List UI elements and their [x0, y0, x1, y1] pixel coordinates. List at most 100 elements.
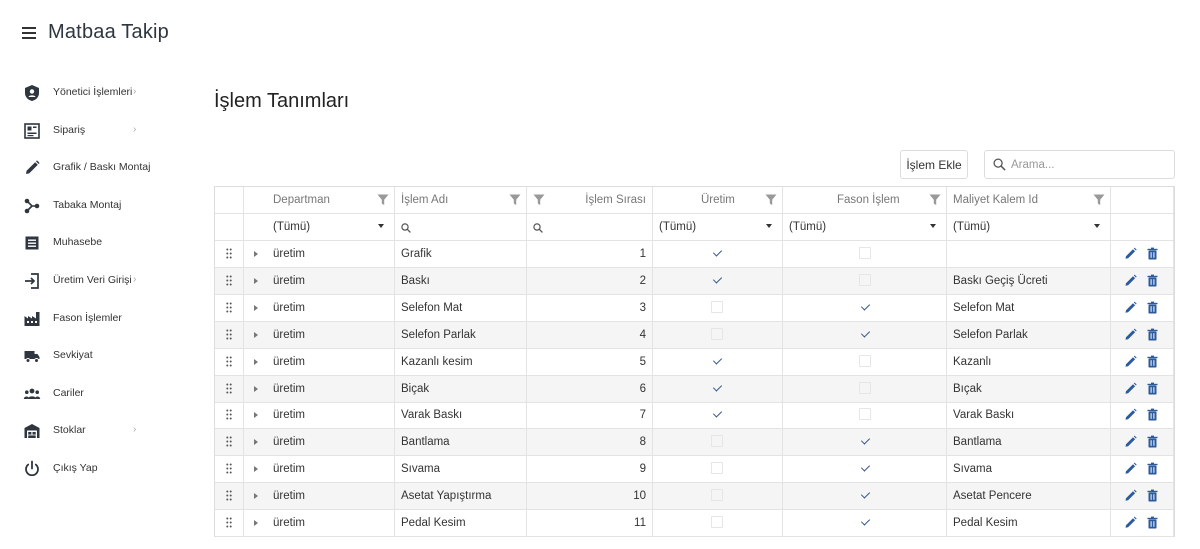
expand-row-icon[interactable] [254, 385, 258, 392]
edit-icon[interactable] [1124, 462, 1137, 475]
edit-icon[interactable] [1124, 408, 1137, 421]
trash-icon[interactable] [1146, 408, 1159, 421]
edit-icon[interactable] [1124, 247, 1137, 260]
sidebar-item-5[interactable]: Üretim Veri Girişi › [0, 263, 180, 299]
trash-icon[interactable] [1146, 328, 1159, 341]
outsource-checkbox [859, 408, 871, 421]
filter-icon[interactable] [929, 194, 941, 206]
cell-actions [1111, 402, 1174, 429]
drag-handle-icon[interactable] [226, 463, 232, 474]
drag-handle-icon[interactable] [226, 409, 232, 420]
sidebar-item-8[interactable]: Cariler [0, 376, 180, 412]
expand-row-icon[interactable] [254, 412, 258, 419]
filter-select-uretim[interactable]: (Tümü) [653, 214, 783, 240]
cell-actions [1111, 348, 1174, 375]
sidebar-item-7[interactable]: Sevkiyat [0, 338, 180, 374]
column-header-islem_adi[interactable]: İşlem Adı [401, 194, 448, 206]
sidebar-item-6[interactable]: Fason İşlemler [0, 301, 180, 337]
expand-row-icon[interactable] [254, 493, 258, 500]
operation-order: 6 [639, 382, 646, 395]
drag-handle-icon[interactable] [226, 490, 232, 501]
column-header-islem_sirasi[interactable]: İşlem Sırası [585, 194, 646, 206]
edit-icon[interactable] [1124, 382, 1137, 395]
table-row[interactable]: üretim Sıvama 9 Sıvama [215, 456, 1174, 484]
table-row[interactable]: üretim Biçak 6 Bıçak [215, 375, 1174, 403]
trash-icon[interactable] [1146, 462, 1159, 475]
production-checkbox [711, 382, 723, 394]
table-row[interactable]: üretim Varak Baskı 7 Varak Baskı [215, 402, 1174, 430]
drag-handle-icon[interactable] [226, 329, 232, 340]
edit-icon[interactable] [1124, 274, 1137, 287]
table-row[interactable]: üretim Asetat Yapıştırma 10 Asetat Pencere [215, 483, 1174, 511]
table-row[interactable]: üretim Baskı 2 Baskı Geçiş Ücreti [215, 267, 1174, 295]
sidebar-item-1[interactable]: Sipariş › [0, 113, 180, 149]
trash-icon[interactable] [1146, 301, 1159, 314]
drag-handle-icon[interactable] [226, 383, 232, 394]
cost-item: Sıvama [953, 463, 992, 476]
table-row[interactable]: üretim Selefon Mat 3 Selefon Mat [215, 294, 1174, 322]
filter-icon[interactable] [765, 194, 777, 206]
trash-icon[interactable] [1146, 382, 1159, 395]
edit-icon[interactable] [1124, 301, 1137, 314]
trash-icon[interactable] [1146, 247, 1159, 260]
filter-value: (Tümü) [273, 221, 311, 233]
column-header-departman[interactable]: Departman [273, 194, 330, 206]
filter-select-maliyet[interactable]: (Tümü) [947, 214, 1111, 240]
table-row[interactable]: üretim Pedal Kesim 11 Pedal Kesim [215, 510, 1174, 537]
drag-handle-icon[interactable] [226, 302, 232, 313]
drag-handle-icon[interactable] [226, 517, 232, 528]
add-operation-button[interactable]: İşlem Ekle [900, 150, 968, 179]
table-row[interactable]: üretim Bantlama 8 Bantlama [215, 429, 1174, 457]
trash-icon[interactable] [1146, 516, 1159, 529]
table-row[interactable]: üretim Selefon Parlak 4 Selefon Parlak [215, 321, 1174, 349]
edit-icon[interactable] [1124, 328, 1137, 341]
edit-icon[interactable] [1124, 489, 1137, 502]
column-header-maliyet[interactable]: Maliyet Kalem Id [953, 194, 1038, 206]
cell-fason [783, 429, 947, 456]
expand-row-icon[interactable] [254, 304, 258, 311]
sidebar-item-0[interactable]: Yönetici İşlemleri › [0, 75, 180, 111]
drag-handle-icon[interactable] [226, 436, 232, 447]
trash-icon[interactable] [1146, 274, 1159, 287]
drag-handle-icon[interactable] [226, 248, 232, 259]
trash-icon[interactable] [1146, 355, 1159, 368]
hamburger-menu-icon[interactable] [22, 27, 36, 39]
sidebar-item-9[interactable]: Stoklar › [0, 413, 180, 449]
filter-input-islem_sirasi[interactable] [527, 214, 653, 240]
filter-input-islem_adi[interactable] [395, 214, 527, 240]
filter-select-departman[interactable]: (Tümü) [244, 214, 395, 240]
expand-row-icon[interactable] [254, 520, 258, 526]
sidebar-item-4[interactable]: Muhasebe [0, 225, 180, 261]
trash-icon[interactable] [1146, 435, 1159, 448]
filter-icon[interactable] [533, 194, 545, 206]
expand-row-icon[interactable] [254, 358, 258, 365]
sidebar-item-10[interactable]: Çıkış Yap [0, 451, 180, 487]
cell-islem_adi: Baskı [395, 267, 527, 294]
sidebar-item-3[interactable]: Tabaka Montaj [0, 188, 180, 224]
expand-row-icon[interactable] [254, 277, 258, 284]
expand-row-icon[interactable] [254, 251, 258, 257]
trash-icon[interactable] [1146, 489, 1159, 502]
cell-maliyet: Varak Baskı [947, 402, 1111, 429]
search-input[interactable] [1011, 156, 1166, 174]
edit-icon[interactable] [1124, 516, 1137, 529]
expand-row-icon[interactable] [254, 439, 258, 446]
cell-fason [783, 402, 947, 429]
column-header-uretim[interactable]: Üretim [701, 194, 735, 206]
filter-icon[interactable] [509, 194, 521, 206]
table-row[interactable]: üretim Grafik 1 [215, 241, 1174, 268]
column-header-fason[interactable]: Fason İşlem [837, 194, 900, 206]
filter-select-fason[interactable]: (Tümü) [783, 214, 947, 240]
edit-icon[interactable] [1124, 435, 1137, 448]
cell-actions [1111, 294, 1174, 321]
filter-icon[interactable] [377, 194, 389, 206]
drag-handle-icon[interactable] [226, 275, 232, 286]
edit-icon[interactable] [1124, 355, 1137, 368]
filter-icon[interactable] [1093, 194, 1105, 206]
drag-handle-icon[interactable] [226, 356, 232, 367]
sidebar-item-2[interactable]: Grafik / Baskı Montaj [0, 150, 180, 186]
cell-fason [783, 241, 947, 267]
table-row[interactable]: üretim Kazanlı kesim 5 Kazanlı [215, 348, 1174, 376]
expand-row-icon[interactable] [254, 331, 258, 338]
expand-row-icon[interactable] [254, 466, 258, 473]
